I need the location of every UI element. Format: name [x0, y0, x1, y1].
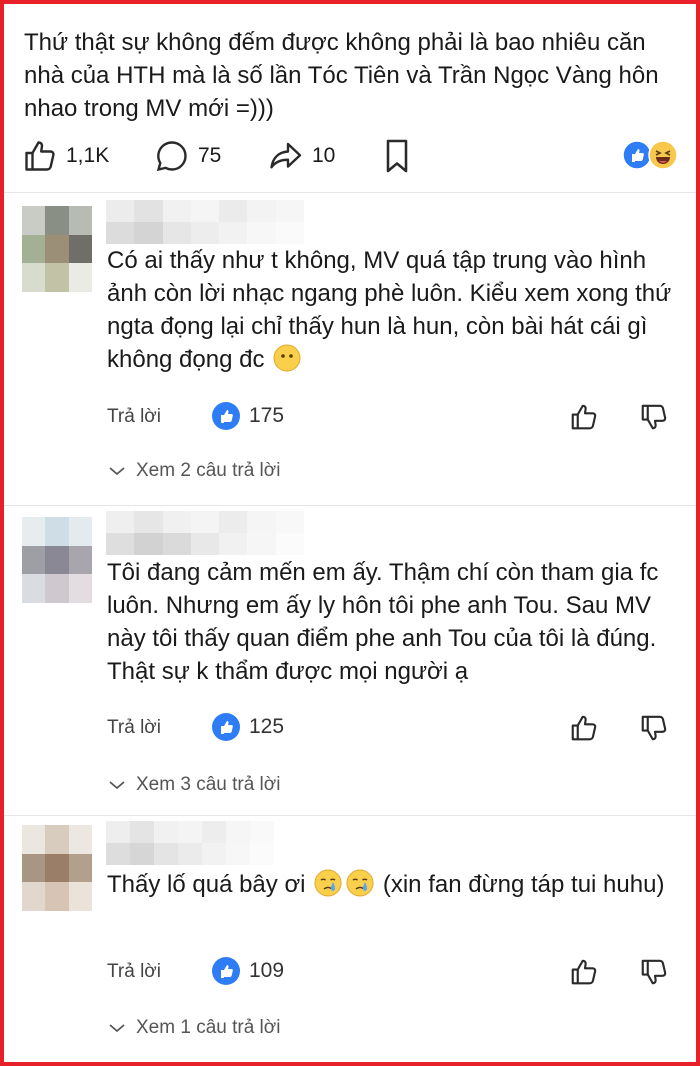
avatar[interactable] [22, 825, 92, 911]
avatar[interactable] [22, 206, 92, 292]
like-count: 175 [249, 404, 285, 427]
speech-bubble-icon [156, 141, 187, 172]
see-replies-button[interactable]: Xem 1 câu trả lời [108, 1017, 280, 1039]
comment-actions: Trả lời 125 [107, 711, 677, 747]
thumb-up-icon[interactable] [569, 402, 599, 432]
crying-face-emoji-icon [346, 869, 374, 897]
post-comment-button[interactable]: 75 [154, 136, 221, 176]
like-reaction-icon [212, 713, 240, 741]
like-count: 109 [249, 959, 285, 982]
reply-button[interactable]: Trả lời [107, 961, 161, 983]
reply-button[interactable]: Trả lời [107, 717, 161, 739]
comment-text: Thấy lố quá bây ơi (xin fan đừng táp tui… [107, 869, 665, 898]
bookmark-icon [386, 139, 408, 173]
share-arrow-icon [270, 142, 302, 169]
like-reaction-icon [212, 402, 240, 430]
chevron-down-icon [109, 781, 125, 790]
post-reactions[interactable] [622, 140, 678, 170]
comment-actions: Trả lời 175 [107, 400, 677, 436]
comment-text: Có ai thấy như t không, MV quá tập trung… [107, 247, 672, 373]
reply-button[interactable]: Trả lời [107, 406, 161, 428]
divider [4, 815, 696, 816]
blurred-username[interactable] [106, 200, 304, 244]
post-share-button[interactable]: 10 [266, 136, 335, 176]
chevron-down-icon [109, 467, 125, 476]
thumb-down-icon[interactable] [639, 402, 669, 432]
thumb-up-icon[interactable] [569, 713, 599, 743]
see-replies-button[interactable]: Xem 3 câu trả lời [108, 774, 280, 796]
like-count: 125 [249, 715, 285, 738]
like-count-badge[interactable]: 109 [211, 956, 284, 986]
blurred-username[interactable] [106, 511, 304, 555]
comment-actions: Trả lời 109 [107, 955, 677, 991]
post-comment-count: 75 [198, 144, 222, 167]
comment-text: Tôi đang cảm mến em ấy. Thậm chí còn tha… [107, 559, 659, 685]
see-replies-button[interactable]: Xem 2 câu trả lời [108, 460, 280, 482]
like-count-badge[interactable]: 175 [211, 401, 284, 431]
thumb-down-icon[interactable] [639, 957, 669, 987]
divider [4, 505, 696, 506]
crying-face-emoji-icon [314, 869, 342, 897]
post-like-button[interactable]: 1,1K [22, 136, 109, 176]
neutral-face-emoji-icon [273, 344, 301, 372]
divider [4, 192, 696, 193]
post-action-bar: 1,1K 75 10 [22, 136, 678, 176]
post-share-count: 10 [312, 144, 336, 167]
avatar[interactable] [22, 517, 92, 603]
post-text: Thứ thật sự không đếm được không phải là… [24, 29, 659, 122]
see-replies-label: Xem 1 câu trả lời [136, 1017, 281, 1038]
laughing-emoji-icon [648, 140, 678, 170]
post-like-count: 1,1K [66, 144, 110, 167]
chevron-down-icon [109, 1024, 125, 1033]
like-reaction-icon [212, 957, 240, 985]
thumb-down-icon[interactable] [639, 713, 669, 743]
like-count-badge[interactable]: 125 [211, 712, 284, 742]
thumb-up-icon[interactable] [569, 957, 599, 987]
thumb-up-icon [25, 141, 55, 171]
blurred-username[interactable] [106, 821, 274, 865]
bookmark-button[interactable] [382, 136, 412, 176]
see-replies-label: Xem 3 câu trả lời [136, 774, 281, 795]
see-replies-label: Xem 2 câu trả lời [136, 460, 281, 481]
